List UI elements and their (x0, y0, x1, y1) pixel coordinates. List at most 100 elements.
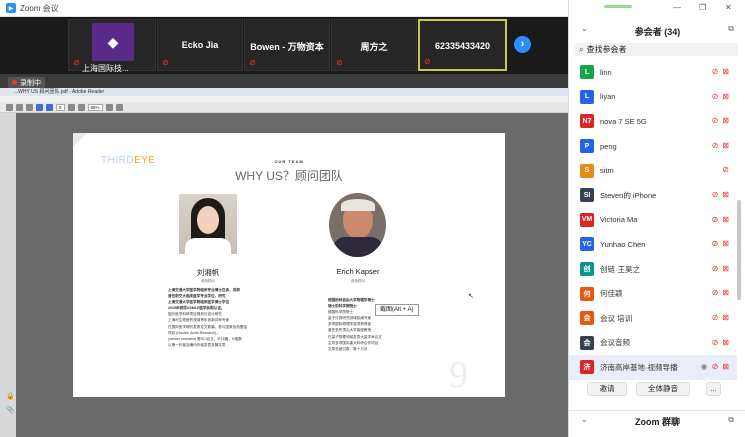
chevron-right-icon[interactable]: › (514, 36, 531, 53)
avatar: 何 (580, 286, 594, 301)
participant-row[interactable]: 创创链·王昊之 ⊘ ⊠ (569, 257, 737, 282)
page-up-icon[interactable] (36, 103, 43, 111)
save-icon[interactable] (16, 103, 23, 111)
person-bio: 上海交通大学医学院临床专业博士在读，讲师 曾任职交大临床医学专业学位，研究 上海… (168, 288, 248, 347)
record-dot-icon (12, 80, 17, 85)
avatar: 创 (580, 262, 594, 277)
participant-name: 会议 培训 (600, 313, 633, 323)
window-titlebar: ▶ Zoom 会议 (0, 0, 568, 17)
participants-title: 参会者 (34) (634, 27, 681, 37)
participant-row[interactable]: 会会议音频 ⊘ ⊠ (569, 331, 737, 356)
portrait-photo (329, 193, 386, 257)
portrait-photo (179, 194, 237, 254)
fit-page-icon[interactable] (105, 103, 113, 111)
video-tile[interactable]: Ecko Jia ⊘ (157, 19, 243, 71)
participant-row[interactable]: Lliyan ⊘ ⊠ (569, 85, 737, 110)
participant-row[interactable]: VM Victoria Ma ⊘ ⊠ (569, 208, 737, 233)
video-off-icon: ⊠ (722, 288, 729, 298)
reader-toolbar: 9 85% (0, 102, 568, 113)
reader-window-title: ...WHY US 顾问团队.pdf - Adobe Reader (0, 88, 568, 96)
zoom-logo-icon: ▶ (6, 3, 16, 13)
avatar: 会 (580, 335, 594, 350)
person-name: 刘湘帆 (196, 268, 220, 277)
participant-name: 会议音频 (600, 338, 630, 348)
restore-icon[interactable]: ❐ (699, 3, 706, 12)
participant-search-input[interactable]: ⌕ 查找参会者 (575, 43, 738, 56)
more-button[interactable]: ... (706, 382, 721, 396)
participant-name: 济南高岸基地·视频导播 (600, 362, 678, 372)
mic-muted-icon: ⊘ (711, 362, 719, 372)
participant-list-scrollbar[interactable] (737, 200, 741, 300)
mic-muted-icon: ⊘ (249, 58, 256, 67)
participant-row[interactable]: SI Steven的 iPhone ⊘ ⊠ (569, 183, 737, 208)
avatar: S (580, 163, 594, 178)
zoom-out-icon[interactable] (67, 103, 75, 111)
avatar: 济 (580, 360, 594, 375)
invite-button[interactable]: 邀请 (587, 382, 627, 396)
video-tile[interactable]: Bowen - 万物资本 ⊘ (244, 19, 330, 71)
avatar: L (580, 89, 594, 104)
pdf-page: THIRDEYE OUR TEAM WHY US？顾问团队 刘湘帆 首席顾问 上… (73, 133, 505, 397)
pop-out-icon[interactable]: ⧉ (728, 24, 734, 34)
participants-header: ⌄ 参会者 (34) ⧉ (569, 21, 745, 41)
participant-row[interactable]: Ppeng ⊘ ⊠ (569, 134, 737, 159)
video-tile-active-speaker[interactable]: 62335433420 ⊘ (418, 19, 507, 71)
mic-muted-icon: ⊘ (711, 288, 719, 298)
video-off-icon: ⊠ (722, 263, 729, 273)
page-down-icon[interactable] (46, 103, 53, 111)
print-icon[interactable] (6, 103, 13, 111)
panel-titlebar: — ❐ ✕ (569, 0, 745, 17)
mic-muted-icon: ⊘ (711, 337, 719, 347)
participant-name: peng (600, 141, 617, 151)
page-number-field[interactable]: 9 (56, 103, 65, 111)
participant-row[interactable]: Llinn ⊘ ⊠ (569, 60, 737, 85)
participant-name: 62335433420 (434, 41, 491, 51)
zoom-in-icon[interactable] (77, 103, 85, 111)
participant-name: 创链·王昊之 (600, 264, 640, 274)
pop-out-icon[interactable]: ⧉ (728, 415, 734, 425)
participant-name: Bowen - 万物资本 (250, 42, 324, 52)
zoom-level-field[interactable]: 85% (87, 103, 103, 111)
video-off-icon: ⊠ (722, 67, 729, 76)
video-off-icon: ⊠ (722, 337, 729, 347)
mic-muted-icon: ⊘ (722, 165, 729, 175)
participant-row[interactable]: YC Yunhao Chen ⊘ ⊠ (569, 232, 737, 257)
attachment-icon[interactable]: 📎 (6, 406, 15, 414)
mic-muted-icon: ⊘ (711, 312, 719, 322)
avatar: N7 (580, 114, 594, 129)
mouse-cursor-icon: ↖ (468, 293, 474, 300)
reader-navigation-pane (0, 113, 16, 437)
mic-muted-icon: ⊘ (711, 116, 719, 126)
video-off-icon: ⊠ (722, 140, 729, 150)
mute-all-button[interactable]: 全体静音 (636, 382, 690, 396)
participant-row[interactable]: 何何佳颖 ⊘ ⊠ (569, 281, 737, 306)
lock-icon[interactable]: 🔒 (6, 392, 15, 400)
video-tile[interactable]: ◆ 上海国际技... ⊘ (68, 19, 156, 73)
mic-muted-icon: ⊘ (711, 140, 719, 150)
chat-title: Zoom 群聊 (635, 417, 680, 427)
video-off-icon: ⊠ (722, 312, 729, 322)
participant-name: 周方之 (360, 42, 388, 52)
participant-row[interactable]: Ssitm ⊘ (569, 158, 737, 183)
mic-muted-icon: ⊘ (336, 58, 343, 67)
avatar: P (580, 139, 594, 154)
minimize-icon[interactable]: — (673, 3, 681, 12)
fit-width-icon[interactable] (115, 103, 123, 111)
close-icon[interactable]: ✕ (725, 3, 732, 12)
drag-handle[interactable] (604, 5, 632, 8)
panel-actions: 邀请 全体静音 ... (569, 382, 745, 398)
participant-row[interactable]: N7 nova 7 SE 5G ⊘ ⊠ (569, 109, 737, 134)
video-tile[interactable]: 周方之 ⊘ (331, 19, 417, 71)
avatar: SI (580, 188, 594, 203)
search-icon: ⌕ (579, 44, 584, 54)
participant-list: Llinn ⊘ ⊠ Lliyan ⊘ ⊠ N7 nova 7 SE 5G ⊘ ⊠ Ppeng ⊘ ⊠ Ss… (569, 60, 737, 380)
person-title: 首席顾问 (351, 279, 365, 283)
participant-name: nova 7 SE 5G (600, 116, 647, 126)
participant-row[interactable]: 济济南高岸基地·视频导播 ◉ ⊘ ⊠ (569, 355, 737, 380)
organization-logo: ◆ (92, 23, 134, 61)
email-icon[interactable] (26, 103, 33, 111)
recording-indicator[interactable]: 录制中 (8, 77, 45, 88)
participant-name: Yunhao Chen (600, 239, 646, 249)
mic-muted-icon: ⊘ (711, 214, 719, 224)
participant-row[interactable]: 会会议 培训 ⊘ ⊠ (569, 306, 737, 331)
